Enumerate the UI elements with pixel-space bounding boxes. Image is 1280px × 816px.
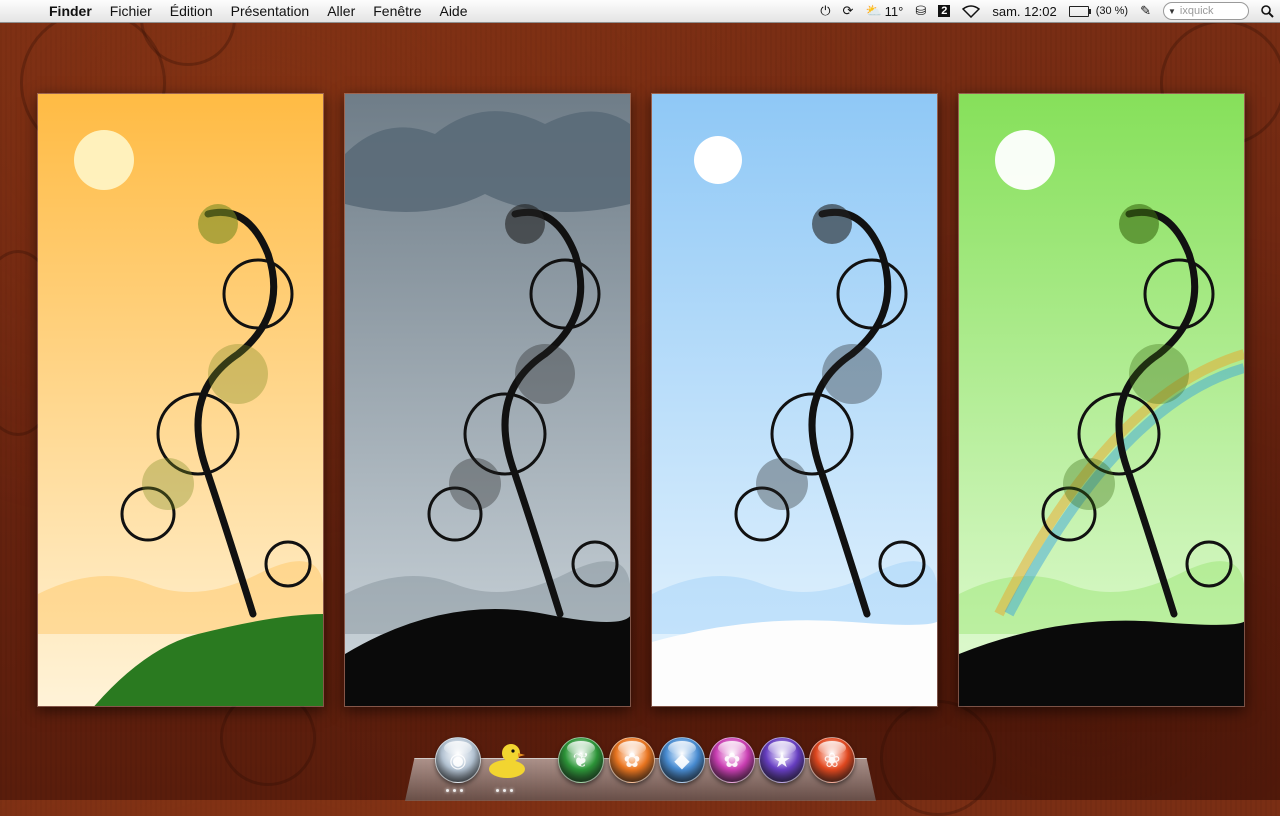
purple-star-orb-icon[interactable]: ★ (759, 737, 805, 783)
battery-icon (1068, 5, 1091, 17)
running-indicator (446, 789, 463, 792)
menu-fenetre[interactable]: Fenêtre (364, 3, 430, 19)
battery-percentage: (30 %) (1095, 5, 1129, 17)
wallpaper-swirl (880, 700, 996, 816)
battery-menu[interactable]: (30 %) (1063, 5, 1134, 17)
wallpaper-panel-winter (651, 93, 938, 707)
cyberduck-icon[interactable] (485, 737, 529, 781)
status-area: ⏻ ⟳ ⛅ 11° ⛁ 2 sam. 12:02 (30 %) ✎ ▼ ixqu… (814, 0, 1280, 22)
weather-menu[interactable]: ⛅ 11° (859, 3, 909, 19)
wallpaper-panel-rain (344, 93, 631, 707)
sync-icon[interactable]: ⟳ (837, 3, 860, 19)
spaces-menu[interactable]: 2 (932, 5, 956, 17)
blue-crystal-orb-icon[interactable]: ◆ (659, 737, 705, 783)
pink-flower-orb-icon[interactable]: ✿ (709, 737, 755, 783)
menu-fichier[interactable]: Fichier (101, 3, 161, 19)
power-icon[interactable]: ⏻ (814, 3, 836, 19)
wifi-icon[interactable] (956, 4, 986, 18)
app-menu-finder[interactable]: Finder (40, 3, 101, 19)
clock[interactable]: sam. 12:02 (986, 4, 1062, 19)
script-menu-icon[interactable]: ✎ (1134, 3, 1157, 19)
running-indicator (496, 789, 513, 792)
weather-temperature: 11° (884, 3, 904, 19)
wallpaper-panel-spring (958, 93, 1245, 707)
weather-icon: ⛅ (865, 3, 882, 18)
menu-aide[interactable]: Aide (430, 3, 476, 19)
menu-aller[interactable]: Aller (318, 3, 364, 19)
red-flower-orb-icon[interactable]: ❀ (809, 737, 855, 783)
drive-icon[interactable]: ⛁ (909, 3, 932, 19)
spaces-number: 2 (938, 5, 951, 17)
search-dropdown-icon[interactable]: ▼ (1168, 7, 1176, 16)
menu-edition[interactable]: Édition (161, 3, 222, 19)
menu-bar: Finder Fichier Édition Présentation Alle… (0, 0, 1280, 23)
wallpaper-panel-autumn (37, 93, 324, 707)
search-placeholder: ixquick (1179, 5, 1214, 17)
orange-flower-orb-icon[interactable]: ✿ (609, 737, 655, 783)
green-leaf-orb-icon[interactable]: ❦ (558, 737, 604, 783)
search-field[interactable]: ▼ ixquick (1163, 2, 1249, 20)
finder-orb-icon[interactable]: ◉ (435, 737, 481, 783)
menu-presentation[interactable]: Présentation (222, 3, 319, 19)
spotlight-icon[interactable] (1255, 4, 1280, 18)
